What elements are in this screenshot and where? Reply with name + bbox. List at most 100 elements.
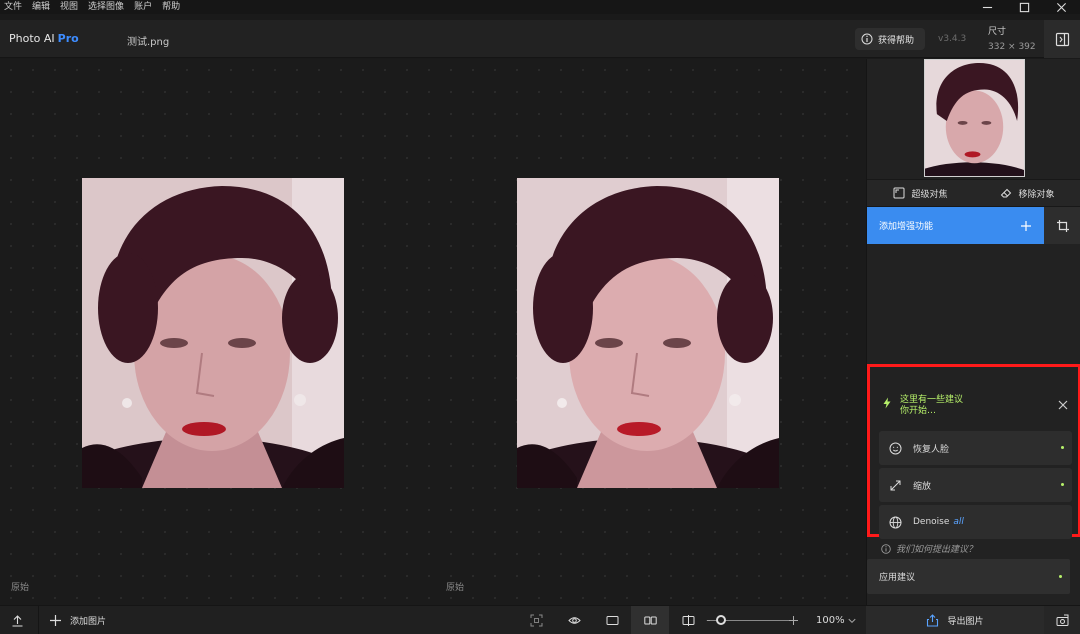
- menu-edit[interactable]: 编辑: [28, 1, 56, 13]
- plus-icon: [50, 615, 61, 626]
- status-dot: [1061, 446, 1064, 449]
- globe-icon: [889, 516, 902, 528]
- minimize-icon: [982, 6, 992, 8]
- preview-toggle-button[interactable]: [562, 606, 586, 634]
- super-focus-button[interactable]: 超级对焦: [867, 180, 974, 206]
- info-icon: [861, 33, 873, 45]
- version-label: v3.4.3: [938, 34, 967, 44]
- app-header: Photo AI Pro 测试.png 获得帮助 v3.4.3 尺寸 332 × …: [0, 20, 1080, 58]
- add-image-label: 添加图片: [70, 617, 107, 627]
- focus-frame-icon: [530, 614, 542, 627]
- export-image-label: 导出图片: [947, 617, 984, 627]
- right-view-label: 原始: [446, 583, 465, 593]
- super-focus-label: 超级对焦: [911, 189, 948, 200]
- suggestions-intro: 这里有一些建议 你开始…: [900, 395, 963, 417]
- maximize-button[interactable]: [1007, 0, 1041, 14]
- suggestion-denoise[interactable]: Denoise all: [879, 505, 1072, 539]
- add-image-button[interactable]: 添加图片: [38, 606, 106, 634]
- menu-file[interactable]: 文件: [0, 1, 28, 13]
- maximize-icon: [1019, 2, 1029, 12]
- right-sidebar: 超级对焦 移除对象 添加增强功能 这里有一些建议 你开始… 恢复人脸 缩放 De…: [866, 59, 1080, 605]
- plus-icon: [789, 616, 798, 625]
- get-help-button[interactable]: 获得帮助: [855, 28, 925, 50]
- suggestion-tag: all: [953, 517, 964, 527]
- close-window-button[interactable]: [1044, 0, 1078, 14]
- left-view-label: 原始: [11, 583, 30, 593]
- add-enhancement-button[interactable]: 添加增强功能: [867, 207, 1044, 244]
- export-image-button[interactable]: 导出图片: [866, 606, 1044, 634]
- remove-object-label: 移除对象: [1018, 189, 1055, 200]
- add-enhancement-label: 添加增强功能: [879, 222, 934, 232]
- apply-suggestions-label: 应用建议: [879, 573, 916, 583]
- single-view-button[interactable]: [600, 606, 624, 634]
- zoom-slider-handle[interactable]: [716, 615, 727, 625]
- upload-button[interactable]: [0, 606, 34, 634]
- get-help-label: 获得帮助: [878, 35, 915, 46]
- menu-help[interactable]: 帮助: [158, 1, 186, 13]
- close-icon[interactable]: [1058, 400, 1068, 410]
- plus-icon: [1021, 220, 1031, 231]
- bottom-toolbar: 添加图片 100% 导出图片: [0, 605, 1080, 634]
- minimize-button[interactable]: [970, 0, 1004, 14]
- menu-bar: 文件 编辑 视图 选择图像 账户 帮助: [0, 0, 1080, 14]
- suggestions-intro-line1: 这里有一些建议: [900, 395, 964, 405]
- split-view-button[interactable]: [676, 606, 700, 634]
- fit-view-button[interactable]: [524, 606, 548, 634]
- app-tier: Pro: [57, 32, 79, 45]
- toggle-panel-button[interactable]: [1044, 20, 1080, 58]
- single-view-icon: [606, 616, 618, 625]
- suggestions-intro-line2: 你开始…: [900, 406, 937, 416]
- split-view-icon: [682, 615, 694, 626]
- portrait-image: [82, 178, 344, 488]
- crop-icon: [1056, 219, 1069, 232]
- remove-object-button[interactable]: 移除对象: [974, 180, 1080, 206]
- preview-canvas[interactable]: 原始 原始: [0, 59, 866, 605]
- original-photo: [82, 178, 344, 488]
- tool-row: 超级对焦 移除对象: [867, 179, 1080, 207]
- enhanced-photo: [517, 178, 779, 488]
- status-dot: [1061, 483, 1064, 486]
- lightning-icon: [883, 397, 891, 409]
- chevron-down-icon: [848, 618, 856, 623]
- menu-select-image[interactable]: 选择图像: [84, 1, 130, 13]
- camera-export-icon: [1056, 614, 1068, 626]
- status-dot: [1059, 575, 1062, 578]
- eraser-icon: [1001, 188, 1012, 198]
- suggestion-upscale[interactable]: 缩放: [879, 468, 1072, 502]
- side-by-side-view-button[interactable]: [631, 606, 669, 634]
- how-suggestions-link[interactable]: 我们如何提出建议？: [881, 542, 977, 555]
- portrait-thumbnail: [925, 60, 1024, 176]
- suggestion-label: Denoise: [913, 517, 950, 527]
- suggestion-face-recovery[interactable]: 恢复人脸: [879, 431, 1072, 465]
- suggestions-panel: 这里有一些建议 你开始… 恢复人脸 缩放 Denoise all: [867, 364, 1080, 539]
- zoom-in-button[interactable]: [787, 606, 800, 634]
- image-size: 尺寸 332 × 392: [988, 25, 1036, 55]
- export-settings-button[interactable]: [1044, 606, 1080, 634]
- close-icon: [1056, 2, 1066, 12]
- panel-toggle-icon: [1055, 32, 1069, 46]
- image-size-value: 332 × 392: [988, 42, 1036, 52]
- expand-icon: [890, 480, 901, 490]
- app-brand: Photo AI Pro: [9, 32, 79, 45]
- suggestion-label: 缩放: [913, 481, 932, 492]
- how-suggestions-label: 我们如何提出建议？: [896, 545, 978, 555]
- focus-icon: [893, 187, 905, 199]
- portrait-image: [517, 178, 779, 488]
- zoom-dropdown[interactable]: [846, 606, 858, 634]
- suggestion-label: 恢复人脸: [913, 444, 950, 455]
- export-icon: [927, 614, 939, 627]
- menu-view[interactable]: 视图: [56, 1, 84, 13]
- file-tab[interactable]: 测试.png: [127, 33, 169, 48]
- enhance-row: 添加增强功能: [867, 207, 1080, 244]
- crop-button[interactable]: [1044, 207, 1080, 244]
- zoom-value: 100%: [816, 615, 845, 626]
- upload-icon: [12, 615, 22, 627]
- eye-icon: [567, 617, 581, 624]
- image-thumbnail[interactable]: [924, 59, 1025, 177]
- app-name: Photo AI: [9, 32, 55, 45]
- suggestions-header: 这里有一些建议 你开始…: [881, 395, 963, 417]
- face-icon: [889, 442, 902, 454]
- menu-account[interactable]: 账户: [130, 1, 158, 13]
- image-size-label: 尺寸: [988, 27, 1007, 37]
- apply-suggestions-button[interactable]: 应用建议: [867, 559, 1070, 594]
